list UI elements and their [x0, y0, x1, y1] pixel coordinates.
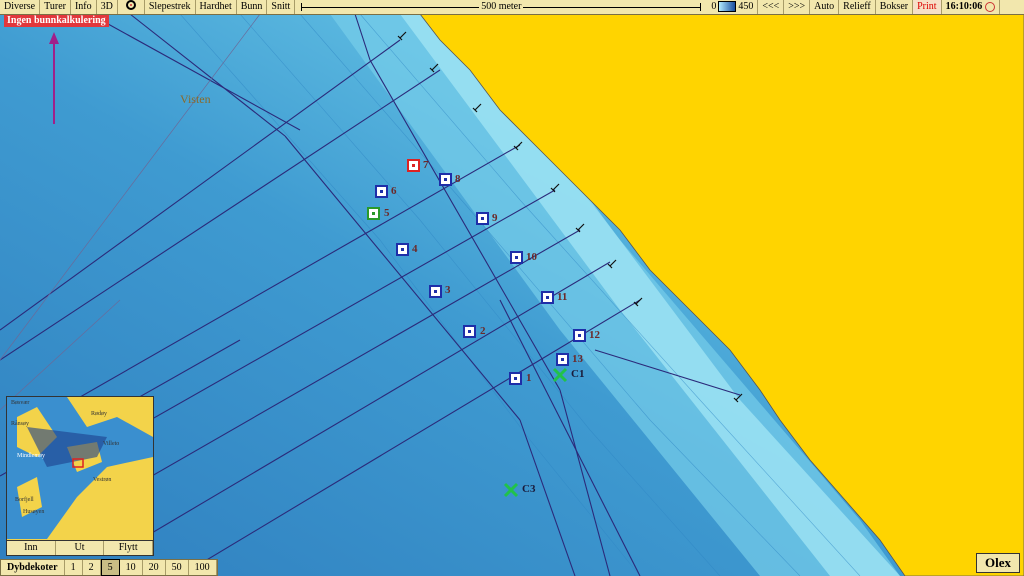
menu-diverse[interactable]: Diverse [0, 0, 41, 14]
overview-map[interactable]: Bøsvær Rødøy Rånsøy Mindlemøy Villeto Ve… [6, 396, 154, 556]
menu-hardhet[interactable]: Hardhet [196, 0, 237, 14]
menu-slepestrek[interactable]: Slepestrek [145, 0, 196, 14]
marker-label-5: 5 [384, 207, 390, 219]
contour-option-1[interactable]: 1 [65, 560, 83, 575]
status-banner: Ingen bunnkalkulering [4, 15, 109, 27]
menu-3d[interactable]: 3D [97, 0, 118, 14]
marker-label-8: 8 [455, 173, 461, 185]
menu-info[interactable]: Info [71, 0, 97, 14]
depth-max: 450 [738, 1, 754, 12]
scale-bar: 500 meter [301, 0, 702, 14]
auto-button[interactable]: Auto [810, 0, 840, 14]
brand-logo[interactable]: Olex [976, 553, 1020, 573]
contour-option-10[interactable]: 10 [120, 560, 143, 575]
contour-option-5[interactable]: 5 [100, 559, 120, 576]
contour-option-100[interactable]: 100 [189, 560, 217, 575]
marker-label-4: 4 [412, 243, 418, 255]
minimap-label-5: Villeto [103, 441, 120, 447]
minimap-label-3: Rånsøy [11, 421, 29, 427]
marker-label-12: 12 [589, 329, 600, 341]
boxes-button[interactable]: Bokser [876, 0, 914, 14]
depth-contour-label: Dybdekoter [1, 560, 65, 575]
zoom-out-button[interactable]: Ut [56, 541, 105, 555]
zoom-in-button[interactable]: Inn [7, 541, 56, 555]
sun-icon [985, 1, 996, 12]
marker-label-9: 9 [492, 212, 498, 224]
cross-label-c3: C3 [522, 483, 536, 495]
marker-label-3: 3 [445, 284, 451, 296]
depth-contour-bar: Dybdekoter 1 2 5 10 20 50 100 [0, 559, 218, 576]
menu-turer[interactable]: Turer [40, 0, 71, 14]
minimap-label-2: Rødøy [91, 411, 108, 417]
marker-label-7: 7 [423, 159, 429, 171]
print-button[interactable]: Print [913, 0, 942, 14]
target-button[interactable] [118, 0, 145, 14]
marker-label-13: 13 [572, 353, 583, 365]
move-button[interactable]: Flytt [104, 541, 154, 555]
minimap-label-4: Mindlemøy [17, 453, 45, 459]
marker-label-11: 11 [557, 291, 568, 303]
marker-label-10: 10 [526, 251, 537, 263]
clock: 16:10:06 [942, 0, 1001, 14]
marker-label-2: 2 [480, 325, 486, 337]
marker-label-6: 6 [391, 185, 397, 197]
depth-gradient-icon [718, 1, 737, 13]
depth-min: 0 [711, 1, 717, 12]
menu-bunn[interactable]: Bunn [237, 0, 268, 14]
menu-snitt[interactable]: Snitt [267, 0, 296, 14]
top-toolbar: Diverse Turer Info 3D Slepestrek Hardhet… [0, 0, 1024, 15]
overview-map-drawing [7, 397, 153, 539]
next-button[interactable]: >>> [784, 0, 811, 14]
contour-option-50[interactable]: 50 [166, 560, 189, 575]
minimap-label-6: Vestrøn [93, 477, 112, 483]
minimap-label-8: Husøyen [23, 509, 45, 515]
minimap-label-7: Borfjell [15, 497, 34, 503]
contour-option-20[interactable]: 20 [143, 560, 166, 575]
scale-label: 500 meter [479, 1, 524, 12]
minimap-controls: Inn Ut Flytt [6, 540, 154, 556]
clock-time: 16:10:06 [945, 1, 983, 12]
place-name: Visten [180, 92, 211, 106]
prev-button[interactable]: <<< [758, 0, 785, 14]
contour-option-2[interactable]: 2 [83, 560, 101, 575]
target-icon [125, 0, 136, 10]
marker-label-1: 1 [526, 372, 532, 384]
relief-button[interactable]: Relieff [839, 0, 876, 14]
minimap-label-1: Bøsvær [11, 400, 30, 406]
cross-label-c1: C1 [571, 368, 585, 380]
depth-legend[interactable]: 0 450 [707, 0, 759, 14]
